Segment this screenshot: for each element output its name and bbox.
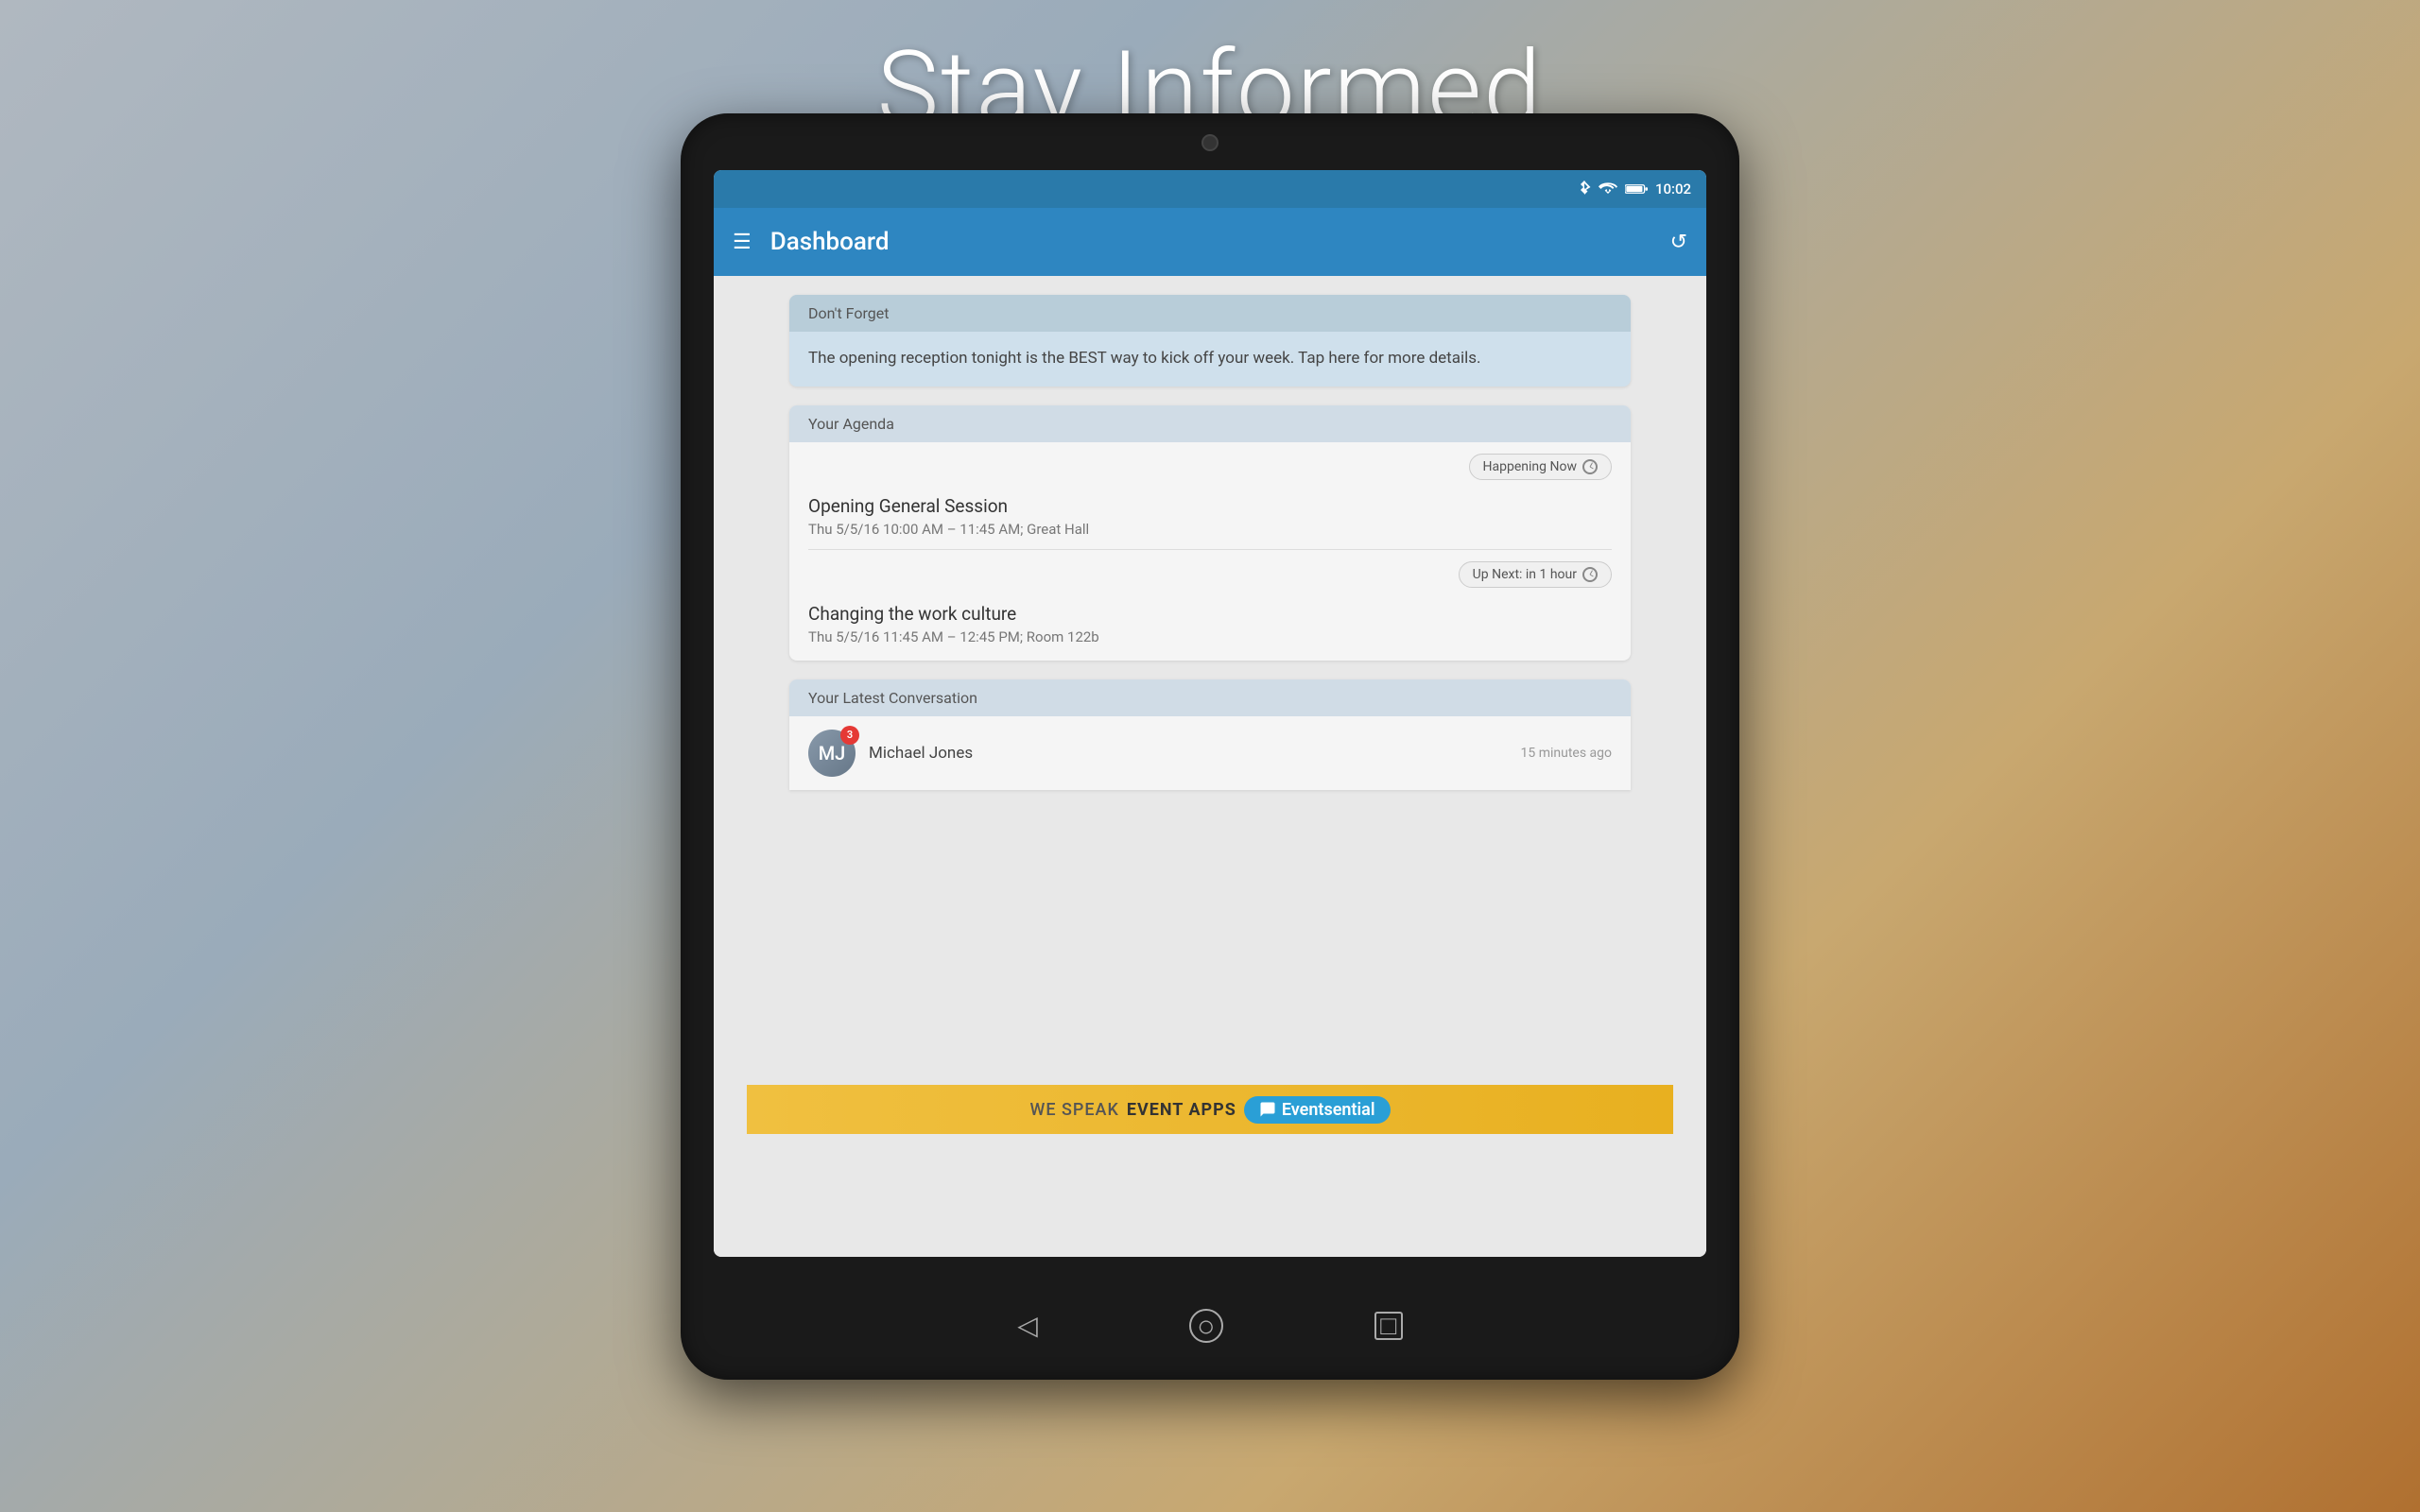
back-button[interactable]: ◁ (1017, 1310, 1038, 1341)
dont-forget-header: Don't Forget (789, 295, 1631, 332)
app-bar: ☰ Dashboard ↺ (714, 208, 1706, 276)
banner-highlight: EVENT APPS (1127, 1100, 1236, 1120)
banner-prefix: WE SPEAK (1029, 1100, 1118, 1120)
dont-forget-text: The opening reception tonight is the BES… (808, 347, 1612, 371)
status-time: 10:02 (1655, 180, 1691, 198)
banner-brand-text: Eventsential (1282, 1100, 1375, 1120)
dont-forget-card[interactable]: Don't Forget The opening reception tonig… (789, 295, 1631, 387)
clock-icon-2 (1582, 567, 1598, 582)
hamburger-button[interactable]: ☰ (733, 231, 752, 254)
app-bar-title: Dashboard (770, 228, 1670, 256)
happening-now-label: Happening Now (1483, 459, 1577, 474)
happening-now-badge: Happening Now (1469, 454, 1612, 480)
avatar-initials: MJ (819, 742, 846, 765)
unread-badge: 3 (840, 726, 859, 745)
tablet-screen: 10:02 ☰ Dashboard ↺ Don't Forget The ope… (714, 170, 1706, 1257)
tablet-shell: 10:02 ☰ Dashboard ↺ Don't Forget The ope… (681, 113, 1739, 1380)
session-2-title: Changing the work culture (808, 603, 1612, 625)
banner-brand: Eventsential (1244, 1096, 1391, 1124)
tablet-nav: ◁ ○ □ (714, 1271, 1706, 1380)
agenda-card-body: Happening Now Opening General Session Th… (789, 442, 1631, 661)
dont-forget-body: The opening reception tonight is the BES… (789, 332, 1631, 387)
session-2-details: Thu 5/5/16 11:45 AM – 12:45 PM; Room 122… (808, 628, 1612, 645)
avatar-wrapper: MJ 3 (808, 730, 856, 777)
agenda-card-header: Your Agenda (789, 405, 1631, 442)
wifi-icon (1599, 182, 1617, 196)
refresh-button[interactable]: ↺ (1670, 231, 1687, 254)
conversation-card-header: Your Latest Conversation (789, 679, 1631, 716)
agenda-item-2[interactable]: Up Next: in 1 hour Changing the work cul… (789, 550, 1631, 661)
speech-bubble-icon (1259, 1101, 1276, 1118)
session-1-title: Opening General Session (808, 495, 1612, 517)
up-next-badge: Up Next: in 1 hour (1459, 561, 1612, 588)
conversation-name: Michael Jones (869, 744, 1520, 763)
banner[interactable]: WE SPEAK EVENT APPS Eventsential (747, 1085, 1673, 1134)
bluetooth-icon (1578, 180, 1591, 198)
up-next-label: Up Next: in 1 hour (1473, 567, 1577, 582)
agenda-card: Your Agenda Happening Now Opening Genera… (789, 405, 1631, 661)
battery-icon (1625, 182, 1648, 196)
clock-icon-1 (1582, 459, 1598, 474)
recent-button[interactable]: □ (1374, 1312, 1403, 1340)
agenda-item-1[interactable]: Happening Now Opening General Session Th… (789, 442, 1631, 549)
conversation-time: 15 minutes ago (1520, 746, 1612, 761)
session-1-details: Thu 5/5/16 10:00 AM – 11:45 AM; Great Ha… (808, 521, 1612, 538)
status-bar: 10:02 (714, 170, 1706, 208)
conversation-item[interactable]: MJ 3 Michael Jones 15 minutes ago (789, 716, 1631, 790)
camera (1201, 134, 1219, 151)
home-button[interactable]: ○ (1189, 1309, 1223, 1343)
conversation-card: Your Latest Conversation MJ 3 Michael Jo… (789, 679, 1631, 790)
status-icons: 10:02 (1578, 180, 1691, 198)
